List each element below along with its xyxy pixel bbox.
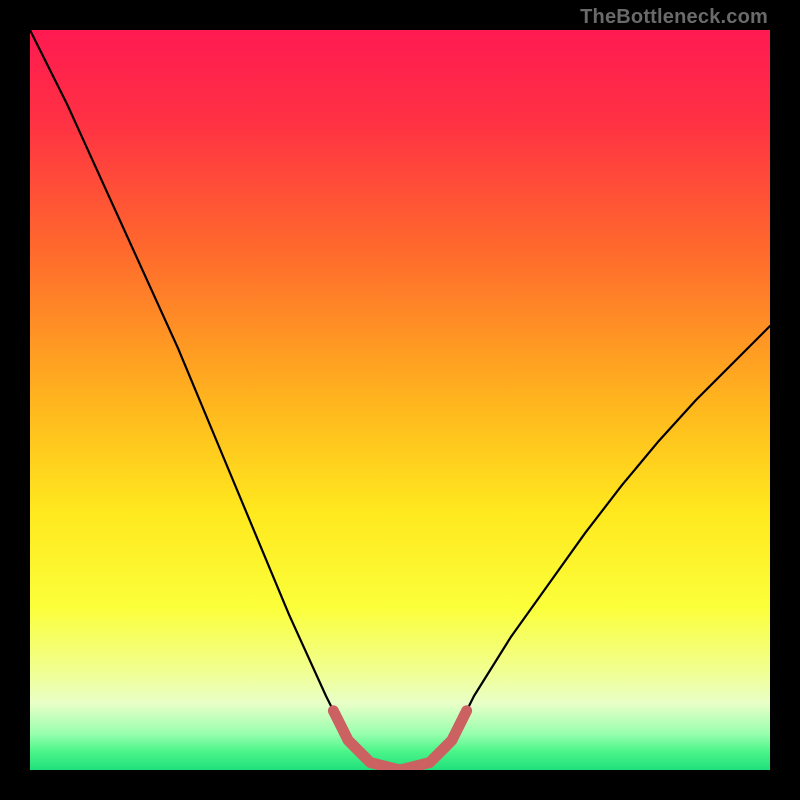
bottleneck-chart: TheBottleneck.com (0, 0, 800, 800)
plot-area (30, 30, 770, 770)
bottleneck-curve (30, 30, 770, 770)
watermark-text: TheBottleneck.com (580, 6, 768, 29)
